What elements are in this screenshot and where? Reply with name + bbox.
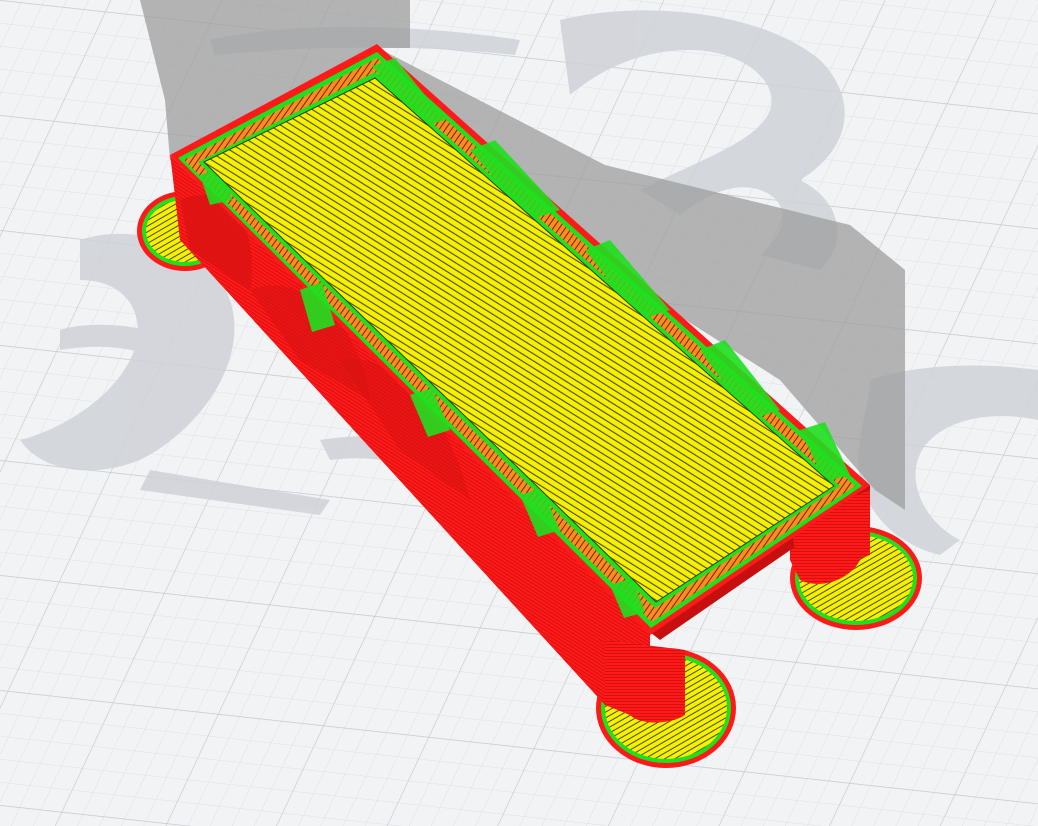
- build-plate-viewport[interactable]: [0, 0, 1038, 826]
